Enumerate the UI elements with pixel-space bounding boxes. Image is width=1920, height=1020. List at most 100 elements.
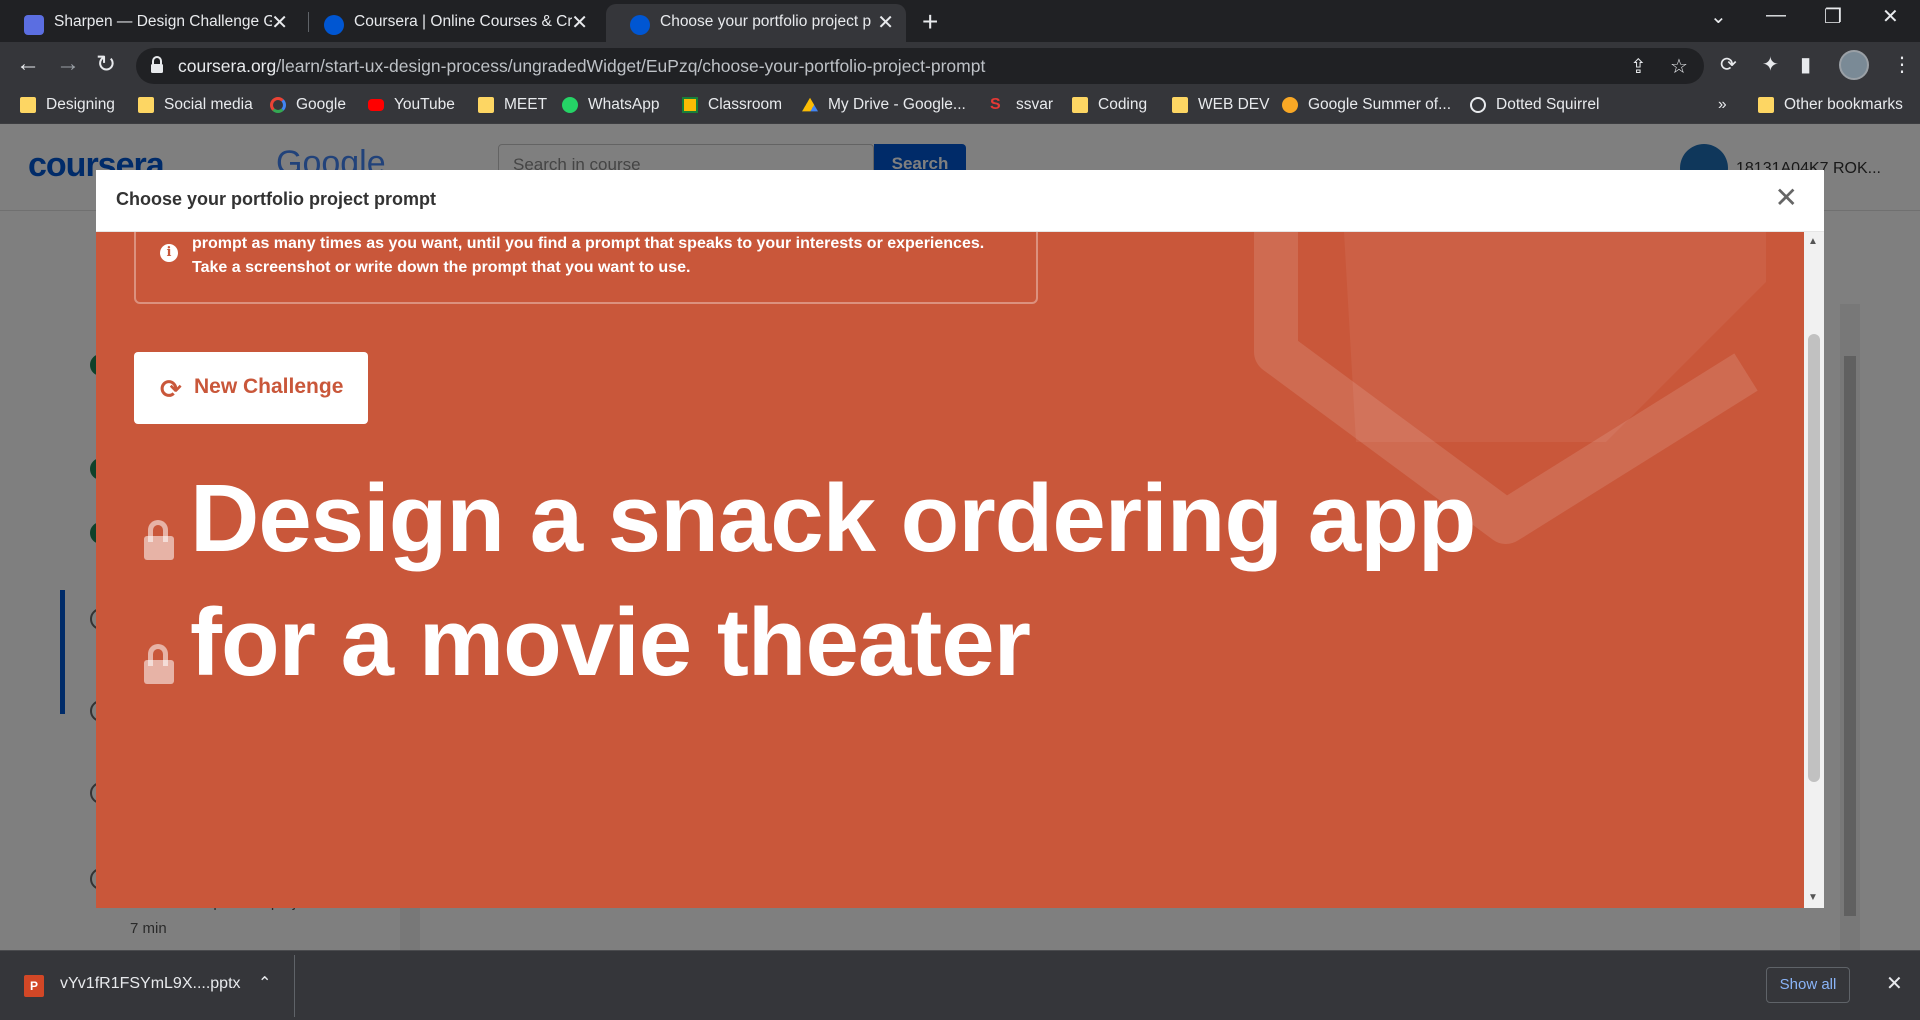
instructions-notice: i prompt as many times as you want, unti… — [134, 232, 1038, 304]
ssvar-icon: S — [990, 96, 1001, 113]
close-icon[interactable]: ✕ — [1886, 971, 1903, 996]
modal-scrollbar-thumb[interactable] — [1808, 334, 1820, 782]
url-text: coursera.org/learn/start-ux-design-proce… — [178, 56, 985, 77]
refresh-icon: ⟳ — [160, 374, 182, 404]
folder-icon — [1758, 97, 1774, 113]
bookmark-label: My Drive - Google... — [828, 96, 966, 113]
share-icon[interactable]: ⇪ — [1630, 54, 1647, 79]
address-bar[interactable]: coursera.org/learn/start-ux-design-proce… — [136, 48, 1704, 84]
close-window-icon[interactable]: ✕ — [1882, 4, 1899, 29]
bookmark-label: Google Summer of... — [1308, 96, 1452, 113]
bookmark-coding[interactable]: Coding — [1072, 96, 1147, 114]
notice-text: prompt as many times as you want, until … — [192, 235, 985, 276]
bookmark-label: Google — [296, 96, 346, 113]
bookmark-label: WhatsApp — [588, 96, 660, 113]
bookmark-dotted-squirrel[interactable]: Dotted Squirrel — [1470, 96, 1599, 114]
classroom-icon — [682, 97, 698, 113]
google-drive-icon — [802, 97, 818, 112]
downloads-divider — [294, 955, 295, 1017]
browser-toolbar: ← → ↻ coursera.org/learn/start-ux-design… — [0, 42, 1920, 88]
unlock-icon[interactable] — [144, 644, 174, 684]
scroll-up-icon[interactable]: ▲ — [1808, 236, 1818, 247]
bookmark-designing[interactable]: Designing — [20, 96, 115, 114]
prompt-text-line-2: for a movie theater — [190, 589, 1031, 696]
bookmark-label: Other bookmarks — [1784, 96, 1903, 113]
new-tab-icon[interactable]: + — [922, 6, 938, 38]
close-tab-icon[interactable]: ✕ — [877, 10, 894, 35]
bookmark-label: YouTube — [394, 96, 455, 113]
scroll-down-icon[interactable]: ▼ — [1808, 892, 1818, 903]
chevron-up-icon[interactable]: ⌃ — [258, 973, 271, 993]
bookmarks-overflow[interactable]: » — [1718, 96, 1727, 114]
info-icon: i — [160, 244, 178, 262]
pptx-file-icon: P — [24, 975, 44, 997]
menu-icon[interactable]: ⋮ — [1892, 52, 1912, 77]
minimize-icon[interactable]: — — [1766, 4, 1786, 27]
bookmark-star-icon[interactable]: ☆ — [1670, 54, 1688, 79]
tab-title: Coursera | Online Courses & Crec — [354, 13, 572, 30]
bookmark-whatsapp[interactable]: WhatsApp — [562, 96, 660, 114]
tab-sharpen[interactable]: Sharpen — Design Challenge Ge ✕ — [0, 4, 300, 42]
bookmark-ssvar[interactable]: Sssvar — [990, 96, 1053, 114]
folder-icon — [1172, 97, 1188, 113]
bookmark-my-drive[interactable]: My Drive - Google... — [802, 96, 966, 114]
bookmark-social-media[interactable]: Social media — [138, 96, 253, 114]
url-path: /learn/start-ux-design-process/ungradedW… — [276, 56, 986, 76]
modal-scrollbar[interactable]: ▲ ▼ — [1804, 232, 1824, 908]
tab-title: Sharpen — Design Challenge Ge — [54, 13, 272, 30]
url-host: coursera.org — [178, 56, 277, 76]
bookmark-gsoc[interactable]: Google Summer of... — [1282, 96, 1451, 114]
tab-strip: Sharpen — Design Challenge Ge ✕ Coursera… — [0, 0, 1920, 42]
bookmark-web-dev[interactable]: WEB DEV — [1172, 96, 1269, 114]
modal-header: Choose your portfolio project prompt ✕ — [96, 170, 1824, 232]
bookmark-label: Social media — [164, 96, 253, 113]
coursera-icon — [630, 15, 650, 35]
sharpen-icon — [24, 15, 44, 35]
whatsapp-icon — [562, 97, 578, 113]
folder-icon — [478, 97, 494, 113]
tab-title: Choose your portfolio project prc — [660, 13, 872, 30]
modal-title: Choose your portfolio project prompt — [116, 189, 436, 209]
show-all-button[interactable]: Show all — [1766, 967, 1850, 1003]
bookmark-label: Dotted Squirrel — [1496, 96, 1600, 113]
profile-avatar[interactable] — [1839, 50, 1869, 80]
bookmark-label: ssvar — [1016, 96, 1054, 113]
dotted-squirrel-icon — [1470, 97, 1486, 113]
restore-icon[interactable]: ❐ — [1824, 4, 1842, 29]
bookmark-google[interactable]: Google — [270, 96, 346, 114]
extensions-icon[interactable]: ✦ — [1762, 52, 1779, 77]
folder-icon — [20, 97, 36, 113]
bookmark-meet[interactable]: MEET — [478, 96, 547, 114]
bookmark-label: Coding — [1098, 96, 1148, 113]
tab-search-icon[interactable]: ⌄ — [1710, 4, 1727, 29]
bookmarks-bar: Designing Social media Google YouTube ME… — [0, 88, 1920, 124]
sync-icon[interactable]: ⟳ — [1720, 52, 1737, 77]
bookmark-label: MEET — [504, 96, 548, 113]
lock-icon — [151, 56, 163, 73]
new-challenge-label: New Challenge — [194, 375, 344, 398]
download-file-name[interactable]: vYv1fR1FSYmL9X....pptx — [60, 975, 241, 993]
tab-coursera[interactable]: Coursera | Online Courses & Crec ✕ — [300, 4, 600, 42]
close-tab-icon[interactable]: ✕ — [571, 10, 588, 35]
coursera-icon — [324, 15, 344, 35]
gsoc-icon — [1282, 97, 1298, 113]
bookmark-youtube[interactable]: YouTube — [368, 96, 455, 114]
google-icon — [270, 97, 286, 113]
folder-icon — [1072, 97, 1088, 113]
forward-icon[interactable]: → — [56, 50, 80, 78]
bookmark-classroom[interactable]: Classroom — [682, 96, 782, 114]
challenge-widget: i prompt as many times as you want, unti… — [96, 232, 1804, 908]
bookmark-label: WEB DEV — [1198, 96, 1270, 113]
reload-icon[interactable]: ↻ — [96, 50, 116, 79]
bookmark-label: Designing — [46, 96, 115, 113]
unlock-icon[interactable] — [144, 520, 174, 560]
tab-portfolio-prompt[interactable]: Choose your portfolio project prc ✕ — [606, 4, 906, 42]
side-panel-icon[interactable]: ▮ — [1800, 52, 1811, 77]
close-tab-icon[interactable]: ✕ — [271, 10, 288, 35]
folder-icon — [138, 97, 154, 113]
downloads-bar: P vYv1fR1FSYmL9X....pptx ⌃ Show all ✕ — [0, 950, 1920, 1020]
bookmark-other[interactable]: Other bookmarks — [1758, 96, 1903, 114]
close-icon[interactable]: ✕ — [1775, 184, 1798, 212]
back-icon[interactable]: ← — [16, 50, 40, 78]
new-challenge-button[interactable]: ⟳ New Challenge — [134, 352, 368, 424]
